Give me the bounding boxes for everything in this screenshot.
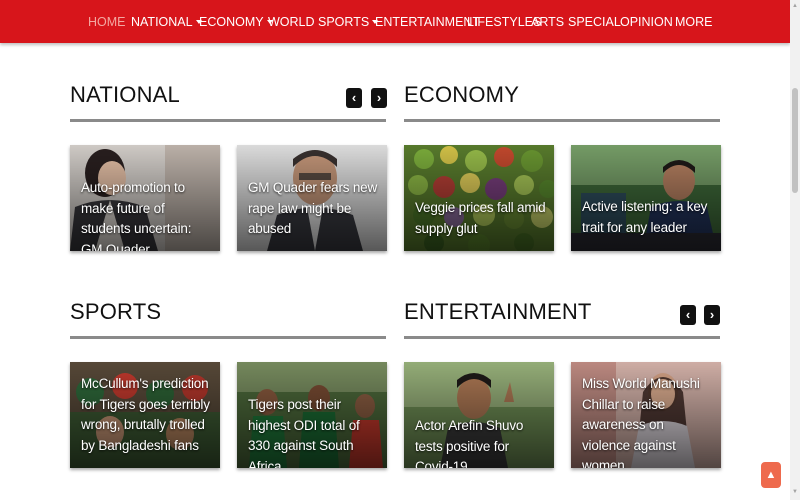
article-headline[interactable]: GM Quader fears new rape law might be ab…	[248, 178, 379, 240]
section-divider	[404, 336, 720, 339]
nav-item-national[interactable]: NATIONAL	[131, 15, 202, 31]
nav-item-economy-label: ECONOMY	[199, 15, 264, 29]
article-headline[interactable]: McCullum's prediction for Tigers goes te…	[81, 374, 212, 456]
article-card[interactable]: Auto-promotion to make future of student…	[70, 145, 220, 251]
section-divider	[70, 119, 386, 122]
chevron-left-icon: ‹	[685, 307, 691, 322]
nav-item-arts[interactable]: ARTS	[531, 15, 564, 31]
article-headline[interactable]: Veggie prices fall amid supply glut	[415, 198, 546, 239]
chevron-left-icon: ‹	[351, 90, 357, 105]
section-divider	[70, 336, 386, 339]
nav-item-special[interactable]: SPECIAL	[568, 15, 621, 31]
article-headline[interactable]: Auto-promotion to make future of student…	[81, 178, 212, 251]
article-headline[interactable]: Active listening: a key trait for any le…	[582, 197, 713, 238]
nav-item-sports[interactable]: SPORTS	[318, 15, 379, 31]
nav-item-home[interactable]: HOME	[88, 15, 126, 31]
article-card[interactable]: McCullum's prediction for Tigers goes te…	[70, 362, 220, 468]
article-card[interactable]: GM Quader fears new rape law might be ab…	[237, 145, 387, 251]
chevron-right-icon: ›	[376, 90, 382, 105]
entertainment-next-button[interactable]: ›	[704, 305, 720, 325]
chevron-up-icon: ▲	[765, 469, 777, 481]
entertainment-prev-button[interactable]: ‹	[680, 305, 696, 325]
article-card[interactable]: Actor Arefin Shuvo tests positive for Co…	[404, 362, 554, 468]
section-title-national[interactable]: NATIONAL	[70, 82, 180, 108]
section-title-sports[interactable]: SPORTS	[70, 299, 161, 325]
nav-item-world[interactable]: WORLD	[268, 15, 315, 31]
article-headline[interactable]: Tigers post their highest ODI total of 3…	[248, 395, 379, 468]
page-scrollbar[interactable]	[790, 0, 800, 500]
scrollbar-thumb[interactable]	[792, 88, 798, 193]
nav-item-opinion[interactable]: OPINION	[620, 15, 673, 31]
section-divider	[404, 119, 720, 122]
nav-item-more[interactable]: MORE	[675, 15, 713, 31]
article-card[interactable]: Veggie prices fall amid supply glut	[404, 145, 554, 251]
section-title-economy[interactable]: ECONOMY	[404, 82, 519, 108]
scroll-down-arrow-icon[interactable]: ▼	[790, 488, 800, 496]
scroll-up-arrow-icon[interactable]: ▲	[790, 2, 800, 10]
nav-item-entertainment[interactable]: ENTERTAINMENT	[375, 15, 480, 31]
back-to-top-button[interactable]: ▲	[761, 462, 781, 488]
article-card[interactable]: Miss World Manushi Chillar to raise awar…	[571, 362, 721, 468]
national-next-button[interactable]: ›	[371, 88, 387, 108]
chevron-right-icon: ›	[709, 307, 715, 322]
article-headline[interactable]: Actor Arefin Shuvo tests positive for Co…	[415, 416, 546, 468]
nav-item-national-label: NATIONAL	[131, 15, 193, 29]
top-navigation-bar: HOME NATIONAL ECONOMY WORLD SPORTS ENTER…	[0, 0, 790, 43]
nav-item-sports-label: SPORTS	[318, 15, 370, 29]
article-card[interactable]: Tigers post their highest ODI total of 3…	[237, 362, 387, 468]
nav-item-economy[interactable]: ECONOMY	[199, 15, 273, 31]
article-headline[interactable]: Miss World Manushi Chillar to raise awar…	[582, 374, 713, 468]
article-card[interactable]: Active listening: a key trait for any le…	[571, 145, 721, 251]
section-title-entertainment[interactable]: ENTERTAINMENT	[404, 299, 592, 325]
national-prev-button[interactable]: ‹	[346, 88, 362, 108]
